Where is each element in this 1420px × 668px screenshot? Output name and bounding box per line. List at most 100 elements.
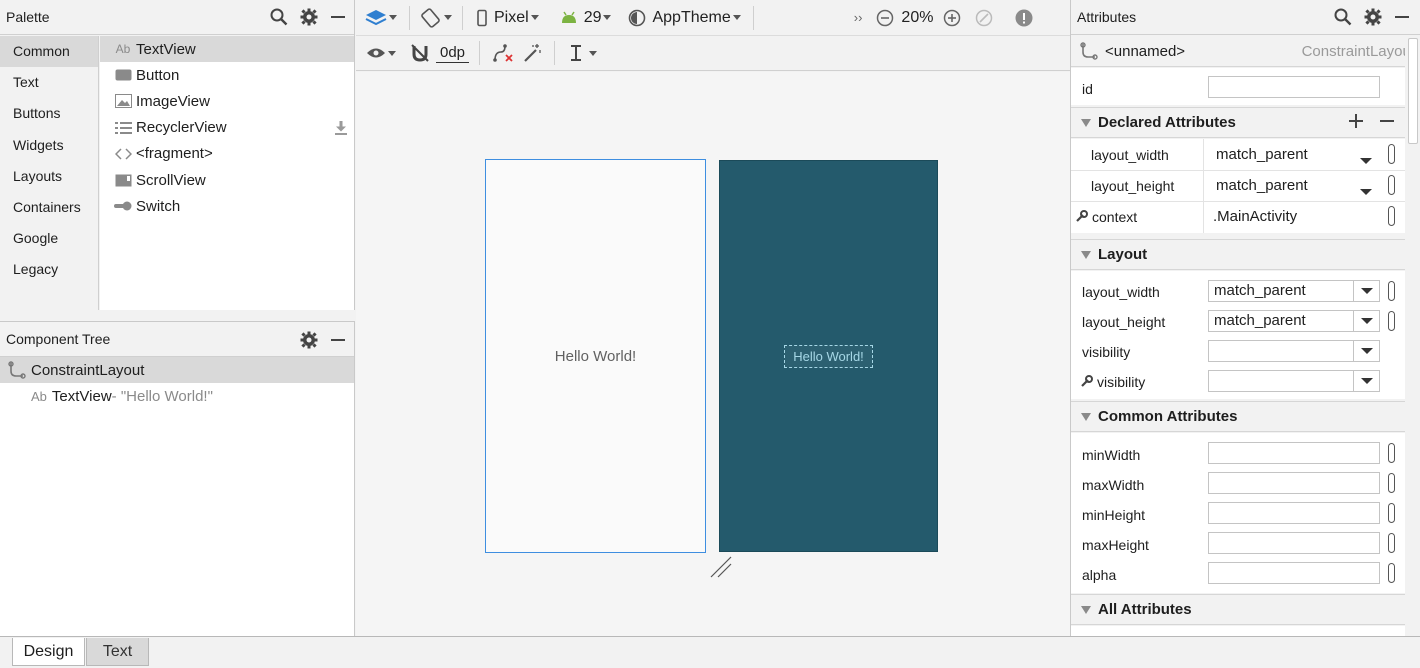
category-containers[interactable]: Containers — [0, 192, 98, 223]
blueprint-hello-text[interactable]: Hello World! — [784, 345, 873, 368]
layout-width-dropdown[interactable]: match_parent — [1208, 280, 1380, 302]
declared-layout-width-value[interactable]: match_parent — [1216, 146, 1308, 163]
palette-item-switch[interactable]: Switch — [100, 193, 354, 219]
section-title: All Attributes — [1098, 601, 1192, 618]
device-selector[interactable]: Pixel — [475, 4, 539, 32]
zoom-in-button[interactable] — [943, 4, 961, 32]
palette-panel: Palette Common Text Buttons Widgets Layo… — [0, 0, 355, 310]
palette-item-scrollview[interactable]: ScrollView — [100, 167, 354, 193]
tools-visibility-dropdown[interactable] — [1208, 370, 1380, 392]
autoconnect-button[interactable] — [410, 39, 430, 67]
android-icon — [561, 11, 576, 23]
resource-picker-icon[interactable] — [1388, 281, 1395, 301]
dropdown-caret-icon[interactable] — [1358, 182, 1372, 198]
add-attribute-icon[interactable] — [1348, 113, 1364, 133]
layout-canvas[interactable]: Hello World! Hello World! — [356, 72, 1070, 636]
rotate-device-icon — [421, 7, 440, 28]
palette-item-recyclerview[interactable]: RecyclerView — [100, 115, 354, 141]
dropdown-caret-icon[interactable] — [1353, 371, 1379, 391]
section-layout[interactable]: Layout — [1071, 239, 1405, 270]
design-surface[interactable]: Hello World! — [485, 159, 706, 553]
clear-constraints-button[interactable] — [492, 39, 514, 67]
palette-item-button[interactable]: Button — [100, 62, 354, 88]
tree-row-constraintlayout[interactable]: ConstraintLayout — [0, 357, 354, 383]
zoom-out-button[interactable] — [876, 4, 894, 32]
section-title: Common Attributes — [1098, 408, 1238, 425]
search-icon[interactable] — [1334, 8, 1352, 26]
visibility-dropdown[interactable] — [1208, 340, 1380, 362]
palette-item-textview[interactable]: Ab TextView — [100, 36, 354, 63]
gear-icon[interactable] — [1364, 8, 1382, 26]
dropdown-caret-icon[interactable] — [1353, 311, 1379, 331]
min-height-field[interactable] — [1208, 502, 1380, 524]
declared-context-label: context — [1092, 209, 1138, 225]
tab-design[interactable]: Design — [12, 638, 85, 666]
remove-attribute-icon[interactable] — [1379, 113, 1395, 133]
overflow-button[interactable]: ›› — [854, 4, 863, 32]
gear-icon[interactable] — [300, 8, 318, 26]
resource-picker-icon[interactable] — [1388, 443, 1395, 463]
id-field[interactable] — [1208, 76, 1380, 98]
dropdown-caret-icon[interactable] — [1353, 281, 1379, 301]
component-type: ConstraintLayout — [1301, 43, 1405, 60]
max-height-field[interactable] — [1208, 532, 1380, 554]
category-buttons[interactable]: Buttons — [0, 98, 98, 129]
layers-button[interactable] — [365, 4, 397, 32]
resource-picker-icon[interactable] — [1388, 533, 1395, 553]
search-icon[interactable] — [270, 8, 288, 26]
alpha-field[interactable] — [1208, 562, 1380, 584]
section-common-attributes[interactable]: Common Attributes — [1071, 401, 1405, 432]
minimize-icon[interactable] — [330, 332, 346, 348]
tab-text[interactable]: Text — [86, 638, 149, 666]
view-options-button[interactable] — [366, 39, 396, 67]
zoom-to-fit-button[interactable] — [975, 4, 993, 32]
resource-picker-icon[interactable] — [1388, 206, 1395, 226]
download-icon[interactable] — [334, 120, 348, 139]
max-width-field[interactable] — [1208, 472, 1380, 494]
clear-constraints-icon — [493, 44, 513, 62]
section-all-attributes[interactable]: All Attributes — [1071, 594, 1405, 625]
tree-row-textview[interactable]: Ab TextView - "Hello World!" — [0, 383, 354, 409]
default-margin-field[interactable]: 0dp — [436, 43, 470, 63]
palette-categories: Common Text Buttons Widgets Layouts Cont… — [0, 36, 99, 310]
section-declared-attributes[interactable]: Declared Attributes — [1071, 107, 1405, 138]
palette-item-imageview[interactable]: ImageView — [100, 88, 354, 114]
category-layouts[interactable]: Layouts — [0, 161, 98, 192]
category-legacy[interactable]: Legacy — [0, 254, 98, 285]
resource-picker-icon[interactable] — [1388, 563, 1395, 583]
api-selector[interactable]: 29 — [560, 4, 612, 32]
palette-item-fragment[interactable]: <fragment> — [100, 141, 354, 167]
orientation-button[interactable] — [420, 4, 452, 32]
resource-picker-icon[interactable] — [1388, 473, 1395, 493]
category-widgets[interactable]: Widgets — [0, 130, 98, 161]
attributes-scrollbar[interactable] — [1408, 38, 1418, 144]
declared-layout-height-value[interactable]: match_parent — [1216, 177, 1308, 194]
gear-icon[interactable] — [300, 331, 318, 349]
resource-picker-icon[interactable] — [1388, 311, 1395, 331]
category-text[interactable]: Text — [0, 67, 98, 98]
section-title: Layout — [1098, 246, 1148, 263]
palette-item-label: <fragment> — [136, 145, 213, 163]
component-header: <unnamed> ConstraintLayout — [1071, 36, 1405, 67]
resource-picker-icon[interactable] — [1388, 175, 1395, 195]
design-hello-text[interactable]: Hello World! — [486, 348, 705, 365]
declared-context-value[interactable]: .MainActivity — [1213, 208, 1297, 225]
dropdown-caret-icon[interactable] — [1353, 341, 1379, 361]
blueprint-surface[interactable]: Hello World! — [719, 160, 938, 552]
category-common[interactable]: Common — [0, 36, 98, 68]
warnings-button[interactable] — [1015, 4, 1033, 32]
layout-height-dropdown[interactable]: match_parent — [1208, 310, 1380, 332]
minimize-icon[interactable] — [1394, 9, 1410, 25]
resource-picker-icon[interactable] — [1388, 144, 1395, 164]
infer-constraints-button[interactable] — [522, 39, 542, 67]
minimize-icon[interactable] — [330, 9, 346, 25]
collapse-triangle-icon — [1081, 605, 1091, 614]
theme-selector[interactable]: AppTheme — [628, 4, 741, 32]
min-width-field[interactable] — [1208, 442, 1380, 464]
resource-picker-icon[interactable] — [1388, 503, 1395, 523]
category-google[interactable]: Google — [0, 223, 98, 254]
dropdown-caret-icon[interactable] — [1358, 151, 1372, 167]
guidelines-button[interactable] — [569, 39, 598, 67]
resize-handle-icon[interactable] — [709, 555, 733, 582]
fragment-icon — [113, 146, 133, 162]
